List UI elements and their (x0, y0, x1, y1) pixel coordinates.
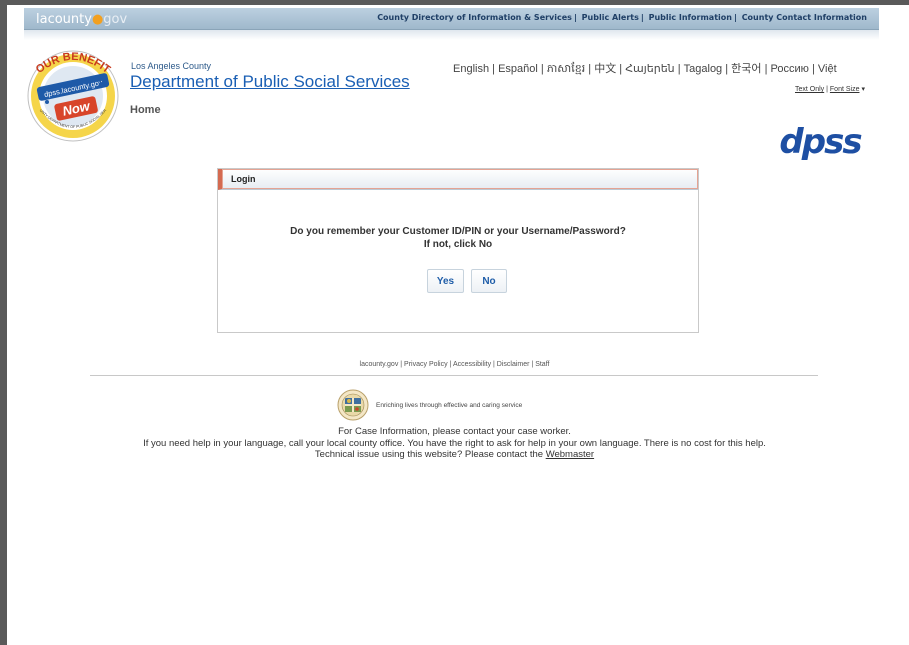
lang-tagalog[interactable]: Tagalog (684, 63, 723, 75)
caret-down-icon[interactable]: ▾ (861, 86, 865, 93)
lang-armenian[interactable]: Հայերեն (625, 63, 674, 75)
logo-dot: ● (91, 12, 104, 27)
lang-khmer[interactable]: ភាសាខ្មែរ (547, 63, 585, 75)
lacounty-logo-main: lacounty (36, 12, 92, 27)
case-info-line: For Case Information, please contact you… (338, 426, 571, 437)
yes-button[interactable]: Yes (427, 269, 464, 293)
topnav-public-information[interactable]: Public Information (649, 13, 732, 22)
your-benefits-now-seal-icon[interactable]: dpss.lacounty.gov YOUR BENEFITS Now LA C… (27, 50, 119, 142)
footer-link-disclaimer[interactable]: Disclaimer (497, 361, 530, 368)
login-header: Login (218, 169, 698, 190)
home-link[interactable]: Home (130, 104, 161, 116)
department-title-link[interactable]: Department of Public Social Services (130, 72, 410, 92)
language-help-line: If you need help in your language, call … (143, 437, 766, 449)
case-information: For Case Information, please contact you… (0, 426, 909, 461)
lang-chinese[interactable]: 中文 (594, 63, 616, 75)
window-frame-left (0, 0, 7, 645)
dpss-logo: dpss (779, 124, 864, 160)
technical-issue-line: Technical issue using this website? Plea… (0, 449, 909, 461)
lang-spanish[interactable]: Español (498, 63, 538, 75)
topnav-county-contact[interactable]: County Contact Information (742, 13, 867, 22)
county-name: Los Angeles County (131, 61, 212, 71)
footer-tagline: Enriching lives through effective and ca… (376, 402, 523, 409)
login-question-line2: If not, click No (423, 239, 493, 250)
footer-divider (90, 375, 818, 376)
lacounty-logo-gov: gov (103, 12, 128, 27)
lang-russian[interactable]: Россию (771, 63, 809, 75)
top-bar: lacounty●gov County Directory of Informa… (24, 8, 879, 30)
window-frame-top (0, 0, 909, 5)
technical-issue-text: Technical issue using this website? Plea… (314, 449, 544, 460)
font-size-link[interactable]: Font Size (830, 86, 860, 93)
topbar-fade (24, 30, 879, 40)
no-button[interactable]: No (471, 269, 507, 293)
footer-link-lacounty[interactable]: lacounty.gov (360, 361, 399, 368)
footer-link-staff[interactable]: Staff (535, 361, 549, 368)
login-question: Do you remember your Customer ID/PIN or … (218, 225, 698, 251)
lang-vietnamese[interactable]: Việt (818, 63, 837, 75)
login-question-line1: Do you remember your Customer ID/PIN or … (290, 226, 626, 237)
webmaster-link[interactable]: Webmaster (546, 449, 594, 460)
login-panel: Login Do you remember your Customer ID/P… (217, 168, 699, 333)
login-title: Login (231, 174, 256, 184)
topnav-public-alerts[interactable]: Public Alerts (582, 13, 639, 22)
text-only-link[interactable]: Text Only (795, 86, 824, 93)
topnav-county-directory[interactable]: County Directory of Information & Servic… (377, 13, 572, 22)
la-county-seal-icon (337, 389, 369, 421)
text-only-controls: Text Only | Font Size ▾ (795, 86, 865, 93)
language-selector: English | Español | ភាសាខ្មែរ | 中文 | Հայ… (453, 63, 837, 75)
lang-korean[interactable]: 한국어 (731, 63, 761, 75)
footer-links: lacounty.gov | Privacy Policy | Accessib… (359, 361, 550, 368)
footer-link-privacy[interactable]: Privacy Policy (404, 361, 448, 368)
top-nav: County Directory of Information & Servic… (377, 13, 867, 22)
dpss-logo-text: dpss (779, 124, 862, 160)
lacounty-logo[interactable]: lacounty●gov (36, 12, 127, 27)
lang-english[interactable]: English (453, 63, 489, 75)
footer-link-accessibility[interactable]: Accessibility (453, 361, 491, 368)
